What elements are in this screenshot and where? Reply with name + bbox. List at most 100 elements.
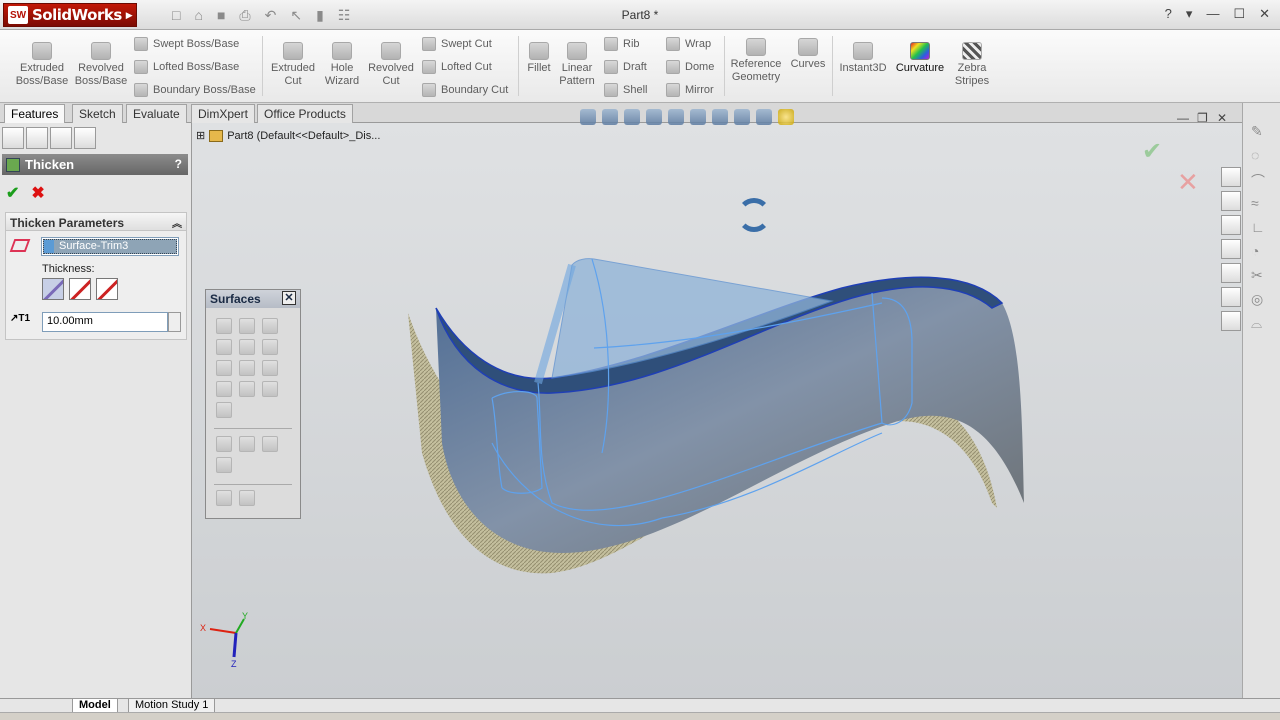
view-palette-icon[interactable]	[1221, 239, 1241, 259]
ok-button[interactable]: ✔	[6, 183, 19, 203]
extrude-icon	[32, 42, 52, 60]
document-title: Part8 *	[621, 8, 659, 22]
custom-properties-icon[interactable]	[1221, 287, 1241, 307]
radiate-surface-icon[interactable]	[216, 381, 232, 397]
spline-tool-icon[interactable]: ≈	[1251, 195, 1269, 211]
boundary-cut-button[interactable]: Boundary Cut	[422, 83, 508, 97]
dimxpert-manager-icon[interactable]	[74, 127, 96, 149]
trim-surface-icon[interactable]	[216, 436, 232, 452]
convert-tool-icon[interactable]: ◎	[1251, 291, 1269, 307]
boundary-boss-button[interactable]: Boundary Boss/Base	[134, 83, 256, 97]
separator	[262, 36, 263, 96]
model-tabs-bar: Model Motion Study 1	[0, 698, 1280, 713]
shell-button[interactable]: Shell	[604, 83, 647, 97]
tab-office-products[interactable]: Office Products	[257, 104, 353, 123]
trim-tool-icon[interactable]: ✂	[1251, 267, 1269, 283]
thicken-both-sides-button[interactable]	[69, 278, 91, 300]
reference-geometry-icon[interactable]	[216, 490, 232, 506]
thicken-side1-button[interactable]	[42, 278, 64, 300]
extend-surface-icon[interactable]	[239, 436, 255, 452]
sketch-tool-icon[interactable]: ✎	[1251, 123, 1269, 139]
minimize-icon[interactable]: —	[1206, 6, 1219, 22]
help-dropdown-icon[interactable]: ▾	[1186, 6, 1193, 22]
revolved-surface-icon[interactable]	[239, 318, 255, 334]
tab-dimxpert[interactable]: DimXpert	[191, 104, 256, 123]
lofted-boss-button[interactable]: Lofted Boss/Base	[134, 60, 239, 74]
file-explorer-icon[interactable]	[1221, 215, 1241, 235]
zebra-stripes-button[interactable]: Zebra Stripes	[950, 42, 994, 88]
curves-icon	[798, 38, 818, 56]
line-tool-icon[interactable]: ∟	[1251, 219, 1269, 235]
curves-icon[interactable]	[239, 490, 255, 506]
knit-surface-icon[interactable]	[262, 436, 278, 452]
mirror-button[interactable]: Mirror	[666, 83, 714, 97]
filled-surface-icon[interactable]	[262, 339, 278, 355]
swept-boss-button[interactable]: Swept Boss/Base	[134, 37, 239, 51]
design-library-icon[interactable]	[1221, 191, 1241, 211]
close-icon[interactable]: ✕	[1259, 6, 1270, 22]
shell-icon	[604, 83, 618, 97]
zebra-stripes-icon	[962, 42, 982, 60]
reference-geometry-button[interactable]: Reference Geometry	[728, 38, 784, 84]
surface-selection-box[interactable]: Surface-Trim3	[41, 237, 179, 256]
appearances-icon[interactable]	[1221, 263, 1241, 283]
feature-manager-icon[interactable]	[2, 127, 24, 149]
tab-model[interactable]: Model	[72, 699, 118, 713]
extruded-surface-icon[interactable]	[216, 318, 232, 334]
close-toolbar-icon[interactable]: ✕	[282, 291, 296, 305]
recovered-documents-icon[interactable]	[1221, 311, 1241, 331]
revolved-cut-button[interactable]: Revolved Cut	[364, 42, 418, 88]
ruled-surface-icon[interactable]	[262, 360, 278, 376]
help-icon[interactable]: ?	[1165, 6, 1172, 22]
property-manager-icon[interactable]	[26, 127, 48, 149]
tab-sketch[interactable]: Sketch	[72, 104, 123, 123]
point-tool-icon[interactable]: ◔	[1251, 243, 1269, 259]
tab-motion-study-1[interactable]: Motion Study 1	[128, 699, 216, 713]
cancel-button[interactable]: ✖	[31, 183, 44, 203]
planar-surface-icon[interactable]	[216, 360, 232, 376]
lofted-surface-icon[interactable]	[216, 339, 232, 355]
thicken-icon[interactable]	[216, 457, 232, 473]
help-button[interactable]: ?	[175, 157, 182, 171]
solidworks-resources-icon[interactable]	[1221, 167, 1241, 187]
hole-wizard-icon	[332, 42, 352, 60]
hole-wizard-button[interactable]: Hole Wizard	[320, 42, 364, 88]
thickness-input[interactable]: 10.00mm	[42, 312, 168, 332]
dome-button[interactable]: Dome	[666, 60, 714, 74]
swept-cut-button[interactable]: Swept Cut	[422, 37, 492, 51]
arc-tool-icon[interactable]: ⌒	[1251, 171, 1269, 189]
swept-surface-icon[interactable]	[262, 318, 278, 334]
collapse-icon[interactable]: ︽	[172, 215, 182, 230]
graphics-area[interactable]: ⊞ Part8 (Default<<Default>_Dis... — ❐ ✕ …	[192, 109, 1242, 698]
circle-tool-icon[interactable]: ◌	[1251, 147, 1269, 163]
extruded-cut-button[interactable]: Extruded Cut	[266, 42, 320, 88]
curvature-button[interactable]: Curvature	[892, 42, 948, 75]
group-header[interactable]: Thicken Parameters ︽	[6, 213, 186, 231]
tab-features[interactable]: Features	[4, 104, 66, 124]
replace-face-icon[interactable]	[262, 381, 278, 397]
boundary-surface-icon[interactable]	[239, 339, 255, 355]
thickness-spinner[interactable]	[168, 312, 181, 332]
delete-face-icon[interactable]	[239, 381, 255, 397]
thickened-surface-model[interactable]	[192, 123, 1242, 698]
fillet-button[interactable]: Fillet	[522, 42, 556, 75]
selected-surface[interactable]: Surface-Trim3	[43, 239, 177, 254]
wrap-button[interactable]: Wrap	[666, 37, 711, 51]
maximize-icon[interactable]: ☐	[1233, 6, 1245, 22]
axis-x-label: X	[200, 623, 206, 633]
extruded-boss-button[interactable]: Extruded Boss/Base	[12, 42, 72, 88]
surfaces-toolbar-header[interactable]: Surfaces ✕	[206, 290, 300, 308]
linear-pattern-button[interactable]: Linear Pattern	[556, 42, 598, 88]
tab-evaluate[interactable]: Evaluate	[126, 104, 187, 123]
offset-tool-icon[interactable]: ⌓	[1251, 315, 1269, 331]
revolved-boss-button[interactable]: Revolved Boss/Base	[72, 42, 130, 88]
untrim-surface-icon[interactable]	[216, 402, 232, 418]
lofted-cut-button[interactable]: Lofted Cut	[422, 60, 492, 74]
draft-button[interactable]: Draft	[604, 60, 647, 74]
instant3d-button[interactable]: Instant3D	[836, 42, 890, 75]
configuration-manager-icon[interactable]	[50, 127, 72, 149]
rib-button[interactable]: Rib	[604, 37, 640, 51]
thicken-side2-button[interactable]	[96, 278, 118, 300]
curves-button[interactable]: Curves	[788, 38, 828, 71]
offset-surface-icon[interactable]	[239, 360, 255, 376]
